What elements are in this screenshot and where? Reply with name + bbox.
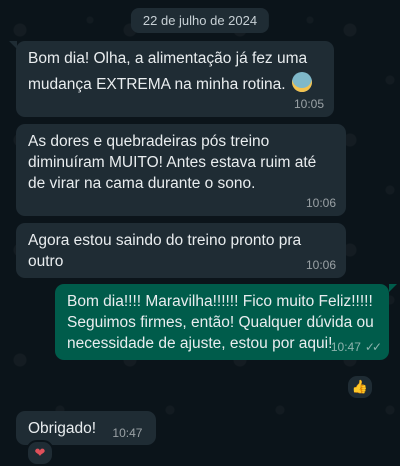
thumbs-up-icon[interactable]: 👍 xyxy=(346,374,374,400)
anxious-face-icon xyxy=(291,72,312,92)
message-bubble-incoming[interactable]: As dores e quebradeiras pós treino dimin… xyxy=(16,124,346,216)
message-time: 10:47 xyxy=(112,426,143,440)
message-text: As dores e quebradeiras pós treino dimin… xyxy=(28,133,317,192)
message-bubble-incoming[interactable]: Bom dia! Olha, a alimentação já fez uma … xyxy=(16,41,334,117)
message-time: 10:05 xyxy=(293,97,324,111)
message-time: 10:06 xyxy=(305,196,336,210)
message-bubble-incoming[interactable]: Agora estou saindo do treino pronto pra … xyxy=(16,223,346,278)
date-separator: 22 de julho de 2024 xyxy=(130,8,270,33)
message-text: Obrigado! 10:47 xyxy=(28,420,143,440)
heart-icon[interactable]: ❤ xyxy=(26,440,54,466)
bubble-tail xyxy=(9,41,17,49)
read-checkmarks-icon: ✓✓ xyxy=(364,340,382,354)
message-time: 10:06 xyxy=(305,258,336,272)
message-time: 10:47 xyxy=(330,340,361,354)
message-text: Bom dia! Olha, a alimentação já fez uma … xyxy=(28,48,324,95)
message-bubble-outgoing[interactable]: Bom dia!!!! Maravilha!!!!!! Fico muito F… xyxy=(55,284,389,360)
bubble-tail xyxy=(389,284,397,292)
